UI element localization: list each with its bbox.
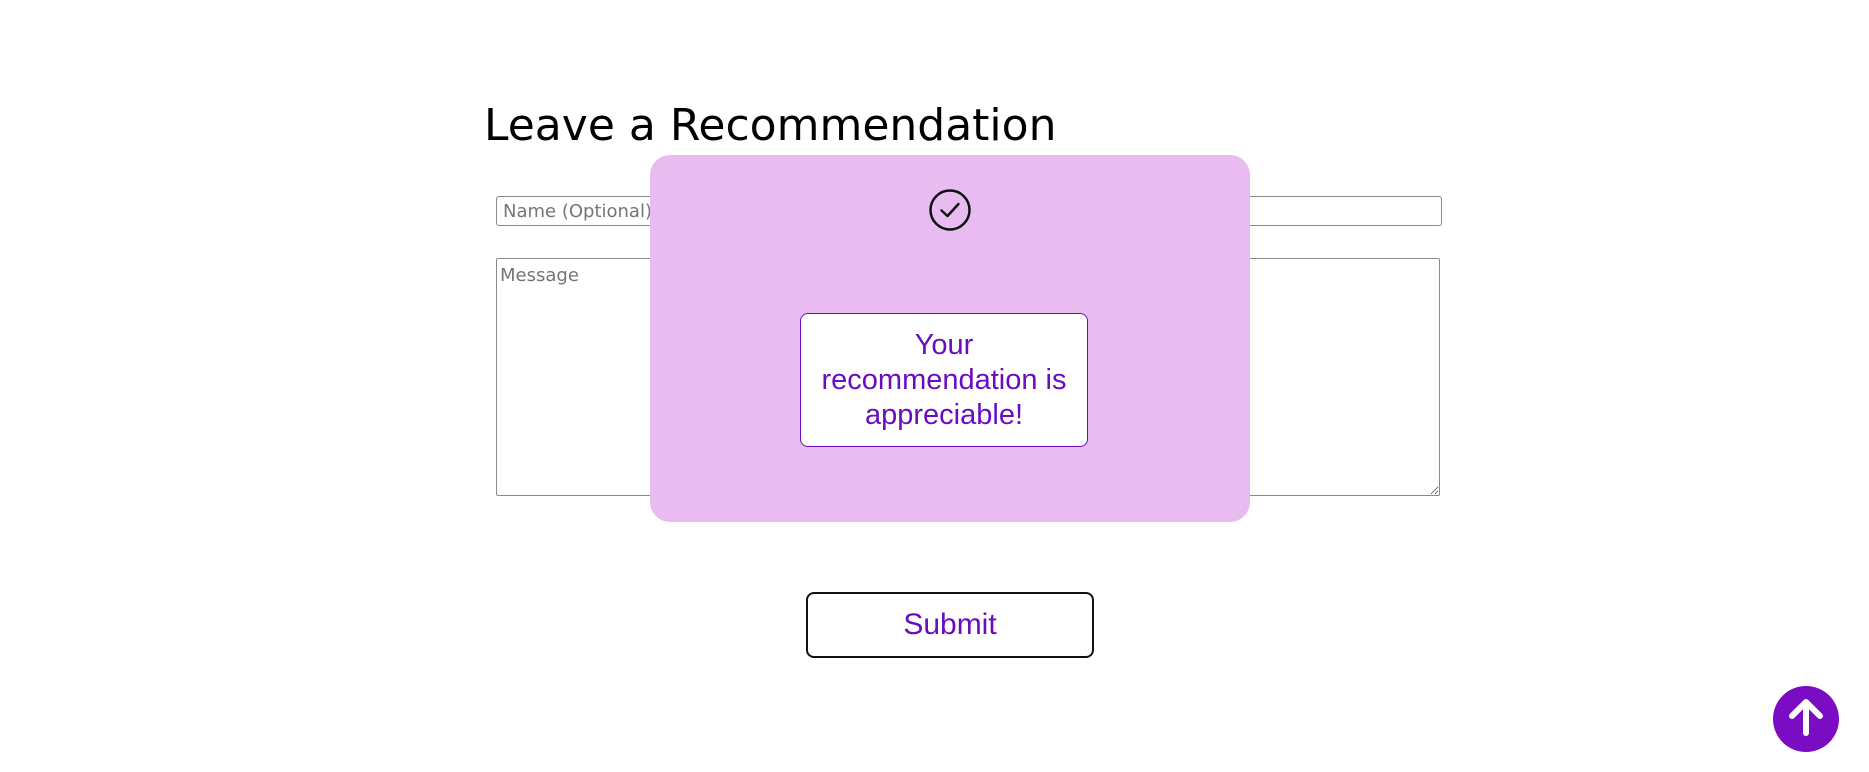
arrow-up-icon: [1784, 695, 1828, 743]
confirmation-message: Your recommendation is appreciable!: [821, 328, 1067, 431]
submit-button[interactable]: Submit: [806, 592, 1094, 658]
check-circle-icon: [928, 188, 972, 232]
success-modal: Your recommendation is appreciable!: [650, 155, 1250, 522]
page-title: Leave a Recommendation: [484, 100, 1057, 151]
confirmation-message-box: Your recommendation is appreciable!: [800, 313, 1088, 447]
page: Leave a Recommendation Submit Your recom…: [0, 0, 1869, 772]
scroll-to-top-button[interactable]: [1773, 686, 1839, 752]
